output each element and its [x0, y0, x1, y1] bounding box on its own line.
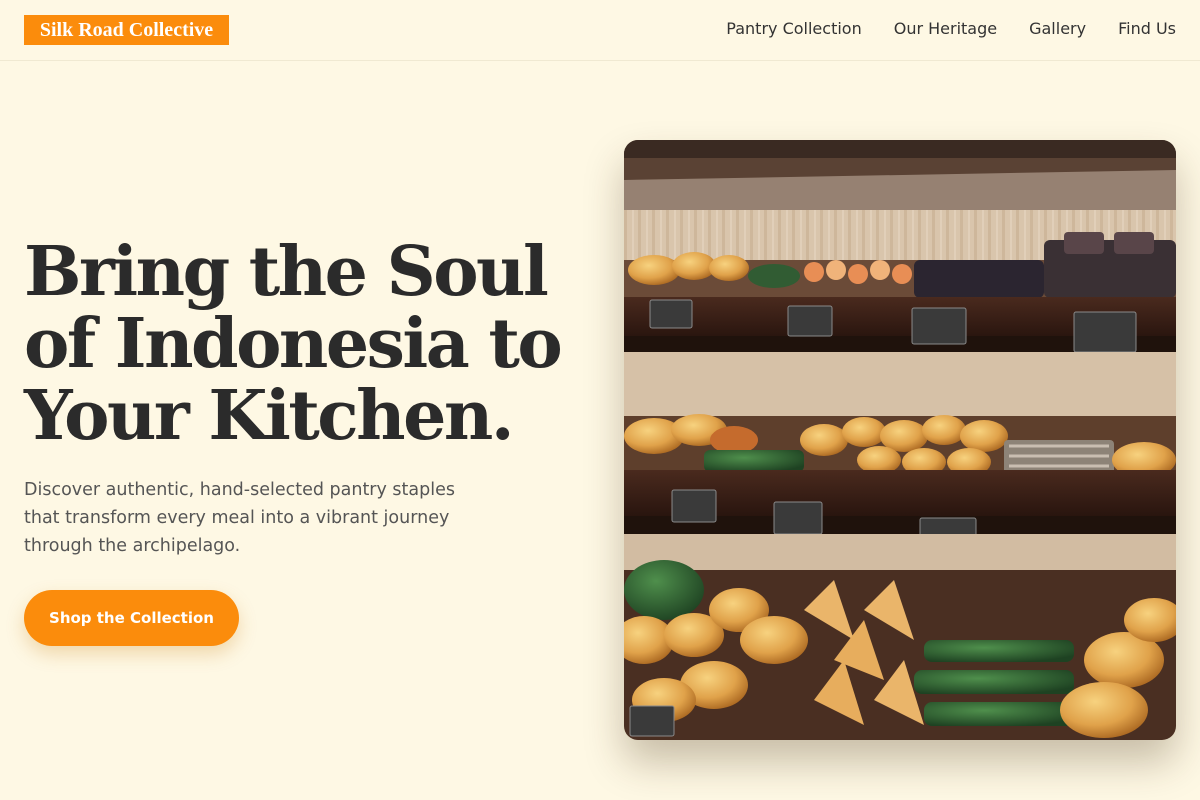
hero-image-food-display-shelves [624, 140, 1176, 740]
site-header: Silk Road Collective Pantry Collection O… [0, 0, 1200, 61]
brand-logo[interactable]: Silk Road Collective [24, 15, 229, 45]
nav-link-find-us[interactable]: Find Us [1118, 19, 1176, 39]
hero-title: Bring the Soul of Indonesia to Your Kitc… [24, 232, 563, 456]
nav-link-our-heritage[interactable]: Our Heritage [894, 19, 997, 39]
main-nav: Pantry Collection Our Heritage Gallery F… [694, 19, 1176, 39]
shop-collection-button[interactable]: Shop the Collection [24, 590, 239, 646]
nav-link-gallery[interactable]: Gallery [1029, 19, 1086, 39]
hero-subtitle: Discover authentic, hand-selected pantry… [24, 480, 455, 556]
nav-link-pantry-collection[interactable]: Pantry Collection [726, 19, 861, 39]
